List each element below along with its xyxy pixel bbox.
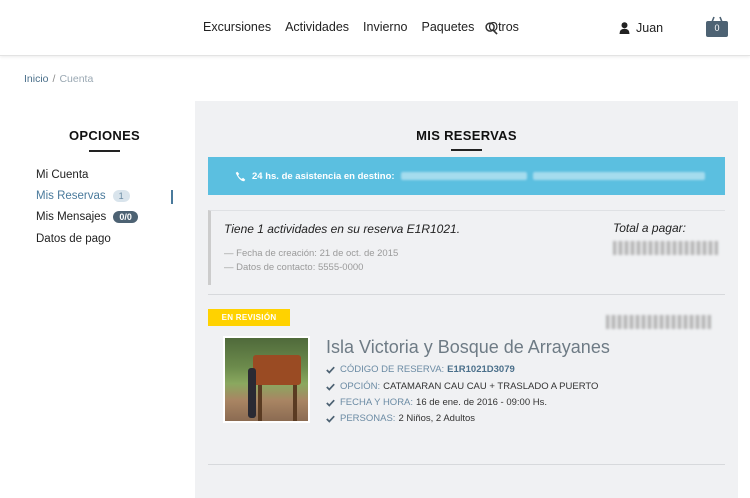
sidebar-item-datos-de-pago[interactable]: Datos de pago [36, 233, 111, 245]
nav-excursiones[interactable]: Excursiones [203, 20, 271, 34]
total-label: Total a pagar: [613, 221, 686, 235]
people-row: PERSONAS: 2 Niños, 2 Adultos [326, 413, 475, 424]
assistance-banner: 24 hs. de asistencia en destino: [208, 157, 725, 195]
detail-label: FECHA Y HORA: [340, 397, 414, 408]
creation-date: — Fecha de creación: 21 de oct. de 2015 [224, 248, 399, 259]
sidebar-item-label: Mi Cuenta [36, 169, 89, 181]
option-row: OPCIÓN: CATAMARAN CAU CAU + TRASLADO A P… [326, 381, 598, 392]
phone-icon [235, 171, 246, 181]
sidebar-item-label: Mis Reservas [36, 190, 106, 202]
check-icon [326, 383, 335, 391]
user-name: Juan [636, 21, 664, 35]
top-header: Excursiones Actividades Invierno Paquete… [0, 0, 750, 56]
sidebar-item-mi-cuenta[interactable]: Mi Cuenta [36, 169, 88, 181]
detail-value: 16 de ene. de 2016 - 09:00 Hs. [416, 397, 548, 408]
sidebar-title-underline [89, 150, 120, 152]
section-divider [208, 294, 725, 295]
user-menu[interactable]: Juan [619, 21, 663, 35]
detail-label: PERSONAS: [340, 413, 396, 424]
breadcrumb-current: Cuenta [59, 73, 94, 85]
user-icon [619, 22, 630, 34]
nav-actividades[interactable]: Actividades [285, 20, 349, 34]
main-nav: Excursiones Actividades Invierno Paquete… [203, 20, 533, 34]
redacted-price [606, 315, 711, 329]
check-icon [326, 399, 335, 407]
check-icon [326, 415, 335, 423]
reservation-summary: Tiene 1 actividades en su reserva E1R102… [208, 210, 725, 285]
status-badge: EN REVISIÓN [208, 309, 290, 326]
search-icon[interactable] [485, 22, 498, 35]
reservations-count-badge: 1 [112, 190, 130, 202]
tour-photo [223, 336, 310, 423]
sidebar-item-label: Datos de pago [36, 233, 111, 245]
page-title: MIS RESERVAS [416, 128, 517, 143]
cart-count: 0 [714, 23, 720, 33]
detail-label: OPCIÓN: [340, 381, 381, 392]
date-time-row: FECHA Y HORA: 16 de ene. de 2016 - 09:00… [326, 397, 547, 408]
booking-code-row: CÓDIGO DE RESERVA: E1R1021D3079 [326, 364, 515, 375]
detail-value: CATAMARAN CAU CAU + TRASLADO A PUERTO [383, 381, 599, 392]
redacted-phone [532, 172, 705, 180]
reservations-panel: MIS RESERVAS 24 hs. de asistencia en des… [195, 101, 738, 498]
sidebar-title: OPCIONES [68, 128, 141, 143]
person-figure [248, 368, 256, 418]
contact-info: — Datos de contacto: 5555-0000 [224, 262, 364, 273]
nav-invierno[interactable]: Invierno [363, 20, 407, 34]
active-indicator [171, 190, 173, 204]
nav-paquetes[interactable]: Paquetes [422, 20, 475, 34]
redacted-total [613, 241, 718, 255]
sidebar-item-label: Mis Mensajes [36, 211, 107, 223]
detail-label: CÓDIGO DE RESERVA: [340, 364, 445, 375]
sidebar-item-mis-mensajes[interactable]: Mis Mensajes 0/0 [36, 211, 138, 223]
section-divider [208, 464, 725, 465]
page-title-underline [451, 149, 482, 151]
breadcrumb-home[interactable]: Inicio [24, 73, 49, 85]
park-sign [253, 355, 301, 385]
tour-title[interactable]: Isla Victoria y Bosque de Arrayanes [326, 337, 610, 358]
sidebar-item-mis-reservas[interactable]: Mis Reservas 1 [36, 190, 130, 202]
summary-text: Tiene 1 actividades en su reserva E1R102… [224, 222, 461, 236]
messages-count-badge: 0/0 [113, 211, 138, 223]
assistance-text: 24 hs. de asistencia en destino: [252, 170, 395, 182]
breadcrumb-separator: / [52, 73, 56, 85]
redacted-phone [400, 172, 527, 180]
breadcrumb: Inicio / Cuenta [24, 73, 93, 85]
cart-button[interactable]: 0 [705, 16, 729, 38]
check-icon [326, 366, 335, 374]
detail-value: E1R1021D3079 [447, 364, 515, 375]
detail-value: 2 Niños, 2 Adultos [398, 413, 476, 424]
